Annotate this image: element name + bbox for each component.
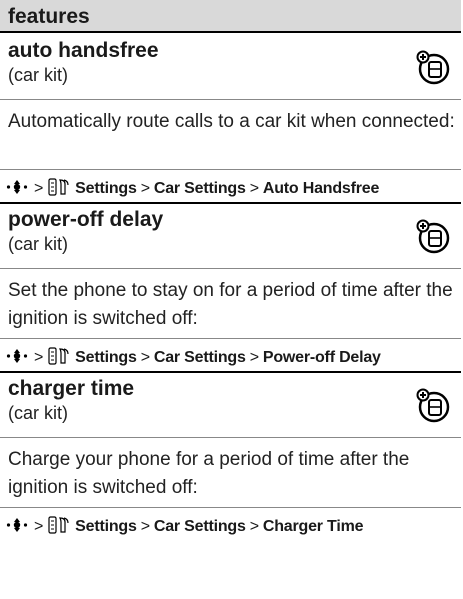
menu-item-final: Charger Time [262,518,364,535]
feature-description: Charge your phone for a period of time a… [8,449,410,498]
menu-item-final: Power-off Delay [262,349,381,366]
menu-item-final: Auto Handsfree [262,180,380,197]
settings-icon [48,178,69,196]
menu-item-car-settings: Car Settings [153,518,246,535]
nav-key-icon [6,518,28,532]
divider [0,268,461,269]
divider [0,507,461,508]
menu-item-settings: Settings [75,349,137,366]
menu-item-car-settings: Car Settings [153,349,246,366]
feature-title: power-off delay [8,208,164,231]
menu-item-settings: Settings [75,180,137,197]
feature-title: auto handsfree [8,39,159,62]
network-feature-icon [416,219,450,254]
menu-path: > Settings > Car Settings > Auto Handsfree [6,178,379,198]
menu-path: > Settings > Car Settings > Charger Time [6,516,363,536]
manual-page: features auto handsfree (car kit) Automa… [0,0,461,599]
menu-path: > Settings > Car Settings > Power-off Delay [6,347,381,367]
feature-description: Automatically route calls to a car kit w… [8,111,455,132]
header-title: features [8,5,90,28]
divider [0,169,461,170]
features-header: features [0,0,461,33]
nav-key-icon [6,349,28,363]
section-divider [0,371,461,373]
feature-subtitle: (car kit) [8,234,68,254]
menu-item-settings: Settings [75,518,137,535]
feature-subtitle: (car kit) [8,65,68,85]
feature-description: Set the phone to stay on for a period of… [8,280,453,329]
settings-icon [48,516,69,534]
section-divider [0,202,461,204]
divider [0,437,461,438]
nav-key-icon [6,180,28,194]
network-feature-icon [416,388,450,423]
network-feature-icon [416,50,450,85]
menu-item-car-settings: Car Settings [153,180,246,197]
divider [0,99,461,100]
divider [0,338,461,339]
feature-title: charger time [8,377,135,400]
settings-icon [48,347,69,365]
feature-subtitle: (car kit) [8,403,68,423]
